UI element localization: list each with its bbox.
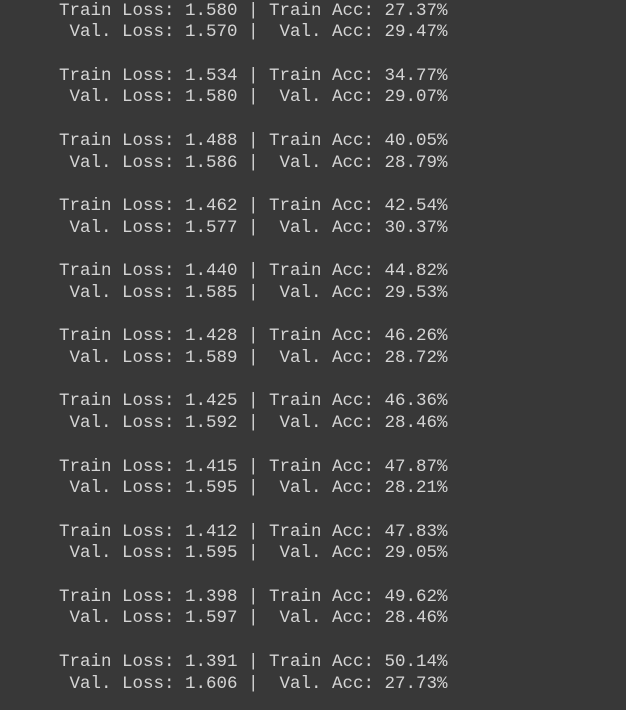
output-line: Val. Loss: 1.606 | Val. Acc: 27.73% — [59, 674, 448, 694]
output-line: Val. Loss: 1.570 | Val. Acc: 29.47% — [59, 22, 448, 42]
console-output: Train Loss: 1.580 | Train Acc: 27.37% Va… — [0, 0, 626, 710]
output-line: Val. Loss: 1.589 | Val. Acc: 28.72% — [59, 348, 448, 368]
output-line: Train Loss: 1.580 | Train Acc: 27.37% — [59, 1, 448, 21]
output-line: Train Loss: 1.415 | Train Acc: 47.87% — [59, 457, 448, 477]
output-line: Train Loss: 1.398 | Train Acc: 49.62% — [59, 587, 448, 607]
output-line: Val. Loss: 1.595 | Val. Acc: 28.21% — [59, 478, 448, 498]
output-line: Train Loss: 1.412 | Train Acc: 47.83% — [59, 522, 448, 542]
output-line: Train Loss: 1.534 | Train Acc: 34.77% — [59, 66, 448, 86]
output-line: Val. Loss: 1.597 | Val. Acc: 28.46% — [59, 608, 448, 628]
output-line: Val. Loss: 1.592 | Val. Acc: 28.46% — [59, 413, 448, 433]
output-line: Train Loss: 1.462 | Train Acc: 42.54% — [59, 196, 448, 216]
output-line: Val. Loss: 1.595 | Val. Acc: 29.05% — [59, 543, 448, 563]
output-line: Train Loss: 1.428 | Train Acc: 46.26% — [59, 326, 448, 346]
output-line: Train Loss: 1.391 | Train Acc: 50.14% — [59, 652, 448, 672]
output-line: Train Loss: 1.425 | Train Acc: 46.36% — [59, 391, 448, 411]
output-line: Val. Loss: 1.585 | Val. Acc: 29.53% — [59, 283, 448, 303]
output-line: Val. Loss: 1.586 | Val. Acc: 28.79% — [59, 153, 448, 173]
output-line: Val. Loss: 1.580 | Val. Acc: 29.07% — [59, 87, 448, 107]
output-line: Train Loss: 1.488 | Train Acc: 40.05% — [59, 131, 448, 151]
output-line: Val. Loss: 1.577 | Val. Acc: 30.37% — [59, 218, 448, 238]
output-line: Train Loss: 1.440 | Train Acc: 44.82% — [59, 261, 448, 281]
